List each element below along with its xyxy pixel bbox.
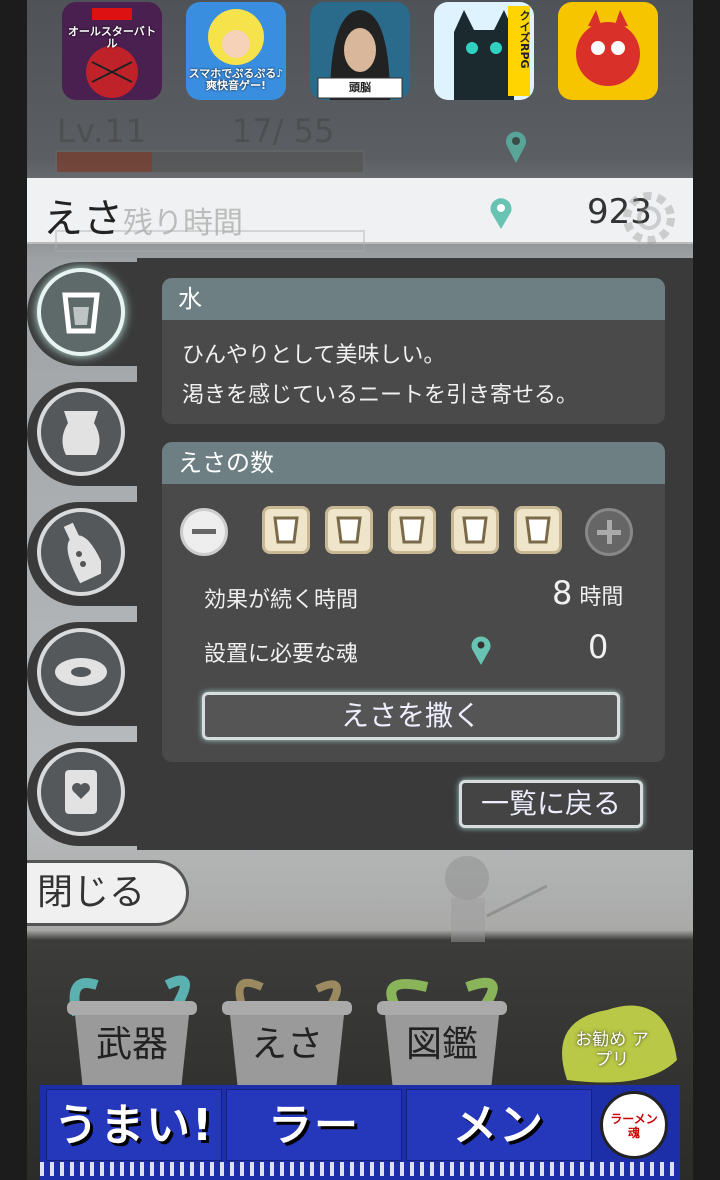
quantity-card: えさの数 効果が続く時間 8 時間 設置に必要な魂 0 えさを撒く: [162, 442, 665, 762]
tab-bag[interactable]: [27, 378, 139, 490]
quantity-stepper: [162, 506, 665, 562]
tab-water[interactable]: [27, 258, 139, 370]
game-screen: オールスターバトル スマホでぷるぷる♪ 爽快音ゲー! 頭脳 クイズRPG Lv.…: [27, 0, 693, 1180]
tab-card[interactable]: [27, 738, 139, 850]
close-button[interactable]: 閉じる: [27, 860, 189, 926]
plus-button[interactable]: [585, 508, 633, 556]
effect-duration-unit: 時間: [579, 585, 624, 610]
ramen-logo: ラーメン 魂: [600, 1091, 668, 1159]
exp-bar-fill: [57, 152, 152, 172]
page-title: えさ: [43, 196, 123, 242]
app-ad-row: オールスターバトル スマホでぷるぷる♪ 爽快音ゲー! 頭脳 クイズRPG: [62, 2, 658, 100]
app-ad-label: オールスターバトル: [67, 25, 157, 50]
app-ad-label: 頭脳: [349, 81, 371, 94]
exp-label: 17/ 55: [232, 112, 335, 150]
app-ad-quiz[interactable]: クイズRPG: [434, 2, 534, 100]
nav-weapons-label: 武器: [95, 1024, 168, 1065]
bait-cup-slot: [514, 506, 562, 554]
cup-icon: [37, 268, 125, 356]
app-ad-marvel[interactable]: オールスターバトル: [62, 2, 162, 100]
item-name: 水: [162, 278, 665, 320]
nav-bait-label: えさ: [250, 1024, 323, 1065]
banner-text: うまい!: [46, 1089, 222, 1161]
scatter-bait-button[interactable]: えさを撒く: [202, 692, 620, 740]
minus-button[interactable]: [180, 508, 228, 556]
bait-cup-slot: [262, 506, 310, 554]
banner-text: メン: [406, 1089, 592, 1161]
bait-cup-slot: [388, 506, 436, 554]
plus-icon: [597, 520, 621, 544]
effect-duration-value: 8: [552, 574, 573, 612]
item-description-card: 水 ひんやりとして美味しい。 渇きを感じているニートを引き寄せる。: [162, 278, 665, 424]
bag-icon: [37, 388, 125, 476]
back-to-list-button[interactable]: 一覧に戻る: [459, 780, 643, 828]
bottle-icon: [37, 508, 125, 596]
page-header: 残り時間 えさ 923: [27, 178, 693, 252]
disc-icon: [37, 628, 125, 716]
soul-drop-icon: [506, 131, 526, 163]
soul-drop-icon: [471, 636, 491, 665]
ramen-banner-ad[interactable]: うまい! ラー メン ラーメン 魂: [40, 1085, 680, 1180]
app-ad-label: クイズRPG: [518, 10, 531, 69]
banner-pattern: [40, 1162, 680, 1176]
app-ad-monster[interactable]: [558, 2, 658, 100]
item-description-line: ひんやりとして美味しい。: [182, 343, 446, 368]
app-ad-music[interactable]: スマホでぷるぷる♪ 爽快音ゲー!: [186, 2, 286, 100]
bait-cup-slot: [325, 506, 373, 554]
app-ad-label: スマホでぷるぷる♪ 爽快音ゲー!: [188, 67, 284, 92]
banner-text: ラー: [226, 1089, 402, 1161]
soul-drop-icon: [490, 198, 512, 229]
gear-icon[interactable]: [609, 186, 681, 246]
soul-cost-label: 設置に必要な魂: [204, 642, 359, 667]
level-label: Lv.11: [57, 112, 148, 150]
background-character: [445, 856, 548, 942]
nav-bait[interactable]: えさ: [212, 975, 362, 1090]
exp-bar: [55, 150, 365, 174]
bait-cup-slot: [451, 506, 499, 554]
tab-bottle[interactable]: [27, 498, 139, 610]
app-ad-brain[interactable]: 頭脳: [310, 2, 410, 100]
recommended-apps-button[interactable]: お勧め アプリ: [567, 1030, 657, 1070]
soul-cost-value: 0: [588, 628, 609, 666]
item-description-line: 渇きを感じているニートを引き寄せる。: [182, 383, 579, 408]
nav-encyclopedia[interactable]: 図鑑: [367, 975, 517, 1090]
card-icon: [37, 748, 125, 836]
quantity-heading: えさの数: [162, 442, 665, 484]
item-description: ひんやりとして美味しい。 渇きを感じているニートを引き寄せる。: [162, 320, 665, 424]
nav-encyclopedia-label: 図鑑: [405, 1024, 478, 1065]
nav-weapons[interactable]: 武器: [57, 975, 207, 1090]
tab-disc[interactable]: [27, 618, 139, 730]
effect-duration-label: 効果が続く時間: [204, 588, 359, 613]
minus-icon: [192, 529, 216, 534]
